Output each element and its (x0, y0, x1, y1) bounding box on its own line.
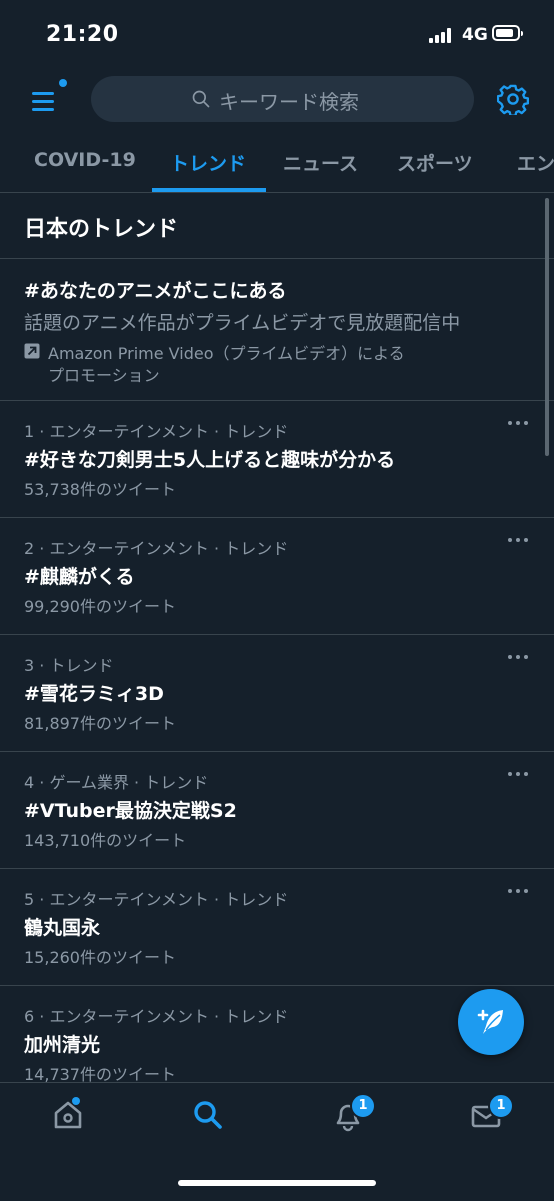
more-options-icon[interactable] (506, 534, 530, 546)
trend-item[interactable]: 2 · エンターテインメント · トレンド #麒麟がくる 99,290件のツイー… (0, 518, 554, 635)
trend-name: 鶴丸国永 (24, 917, 101, 939)
trend-name: #VTuber最協決定戦S2 (24, 800, 237, 822)
trend-name: #麒麟がくる (24, 566, 135, 588)
promoted-by-text: Amazon Prime Video（プライムビデオ）による (48, 344, 405, 363)
trend-meta: 2 · エンターテインメント · トレンド (24, 539, 289, 558)
promoted-trend[interactable]: #あなたのアニメがここにある 話題のアニメ作品がプライムビデオで見放題配信中 A… (0, 259, 554, 401)
nav-messages[interactable]: 1 (468, 1093, 514, 1137)
home-indicator[interactable] (178, 1180, 376, 1186)
trend-item[interactable]: 3 · トレンド #雪花ラミィ3D 81,897件のツイート (0, 635, 554, 752)
trend-count: 99,290件のツイート (24, 597, 176, 616)
tab-sports[interactable]: スポーツ (397, 149, 473, 176)
status-time: 21:20 (46, 22, 119, 47)
section-header: 日本のトレンド (0, 193, 554, 259)
notifications-badge: 1 (350, 1093, 376, 1119)
status-bar: 21:20 4G (0, 0, 554, 66)
trend-meta: 5 · エンターテインメント · トレンド (24, 890, 289, 909)
tab-trends[interactable]: トレンド (170, 149, 246, 176)
scrollbar[interactable] (545, 198, 549, 456)
home-icon (54, 1101, 82, 1129)
more-options-icon[interactable] (506, 768, 530, 780)
network-label: 4G (462, 25, 488, 45)
trend-item[interactable]: 4 · ゲーム業界 · トレンド #VTuber最協決定戦S2 143,710件… (0, 752, 554, 869)
trend-count: 81,897件のツイート (24, 714, 176, 733)
more-options-icon[interactable] (506, 651, 530, 663)
promo-description: 話題のアニメ作品がプライムビデオで見放題配信中 (24, 312, 461, 334)
tab-covid-19[interactable]: COVID-19 (34, 149, 136, 171)
trend-item[interactable]: 5 · エンターテインメント · トレンド 鶴丸国永 15,260件のツイート (0, 869, 554, 986)
compose-feather-icon (477, 1009, 503, 1034)
search-icon (192, 90, 210, 108)
menu-button[interactable] (32, 79, 67, 113)
search-placeholder: キーワード検索 (219, 90, 359, 114)
trend-meta: 3 · トレンド (24, 656, 114, 675)
notification-dot (59, 79, 67, 87)
gear-icon[interactable] (497, 83, 529, 115)
trend-meta: 4 · ゲーム業界 · トレンド (24, 773, 209, 792)
notification-dot (72, 1097, 80, 1105)
tab-entertainment[interactable]: エン (517, 149, 554, 176)
section-title: 日本のトレンド (24, 217, 179, 242)
trend-name: #雪花ラミィ3D (24, 683, 164, 705)
nav-notifications[interactable]: 1 (330, 1093, 376, 1137)
trend-count: 143,710件のツイート (24, 831, 187, 850)
nav-search[interactable] (190, 1097, 230, 1137)
trend-name: 加州清光 (24, 1034, 101, 1056)
trend-name: #好きな刀剣男士5人上げると趣味が分かる (24, 449, 396, 471)
signal-icon (429, 27, 457, 43)
more-options-icon[interactable] (506, 417, 530, 429)
active-tab-indicator (152, 188, 266, 192)
more-options-icon[interactable] (506, 885, 530, 897)
messages-badge: 1 (488, 1093, 514, 1119)
trend-meta: 6 · エンターテインメント · トレンド (24, 1007, 289, 1026)
trend-count: 15,260件のツイート (24, 948, 176, 967)
promoted-icon (24, 343, 40, 359)
header: キーワード検索 (0, 66, 554, 132)
tab-news[interactable]: ニュース (283, 149, 358, 176)
nav-home[interactable] (50, 1097, 90, 1137)
search-input[interactable]: キーワード検索 (91, 76, 474, 122)
trend-item[interactable]: 1 · エンターテインメント · トレンド #好きな刀剣男士5人上げると趣味が分… (0, 401, 554, 518)
compose-tweet-button[interactable] (458, 989, 524, 1055)
promo-title: #あなたのアニメがここにある (24, 280, 287, 302)
trend-count: 53,738件のツイート (24, 480, 176, 499)
trend-meta: 1 · エンターテインメント · トレンド (24, 422, 289, 441)
search-icon (194, 1101, 222, 1129)
tab-bar: COVID-19 トレンド ニュース スポーツ エン (0, 132, 554, 193)
promoted-label: プロモーション (48, 366, 160, 385)
battery-icon (492, 25, 523, 41)
